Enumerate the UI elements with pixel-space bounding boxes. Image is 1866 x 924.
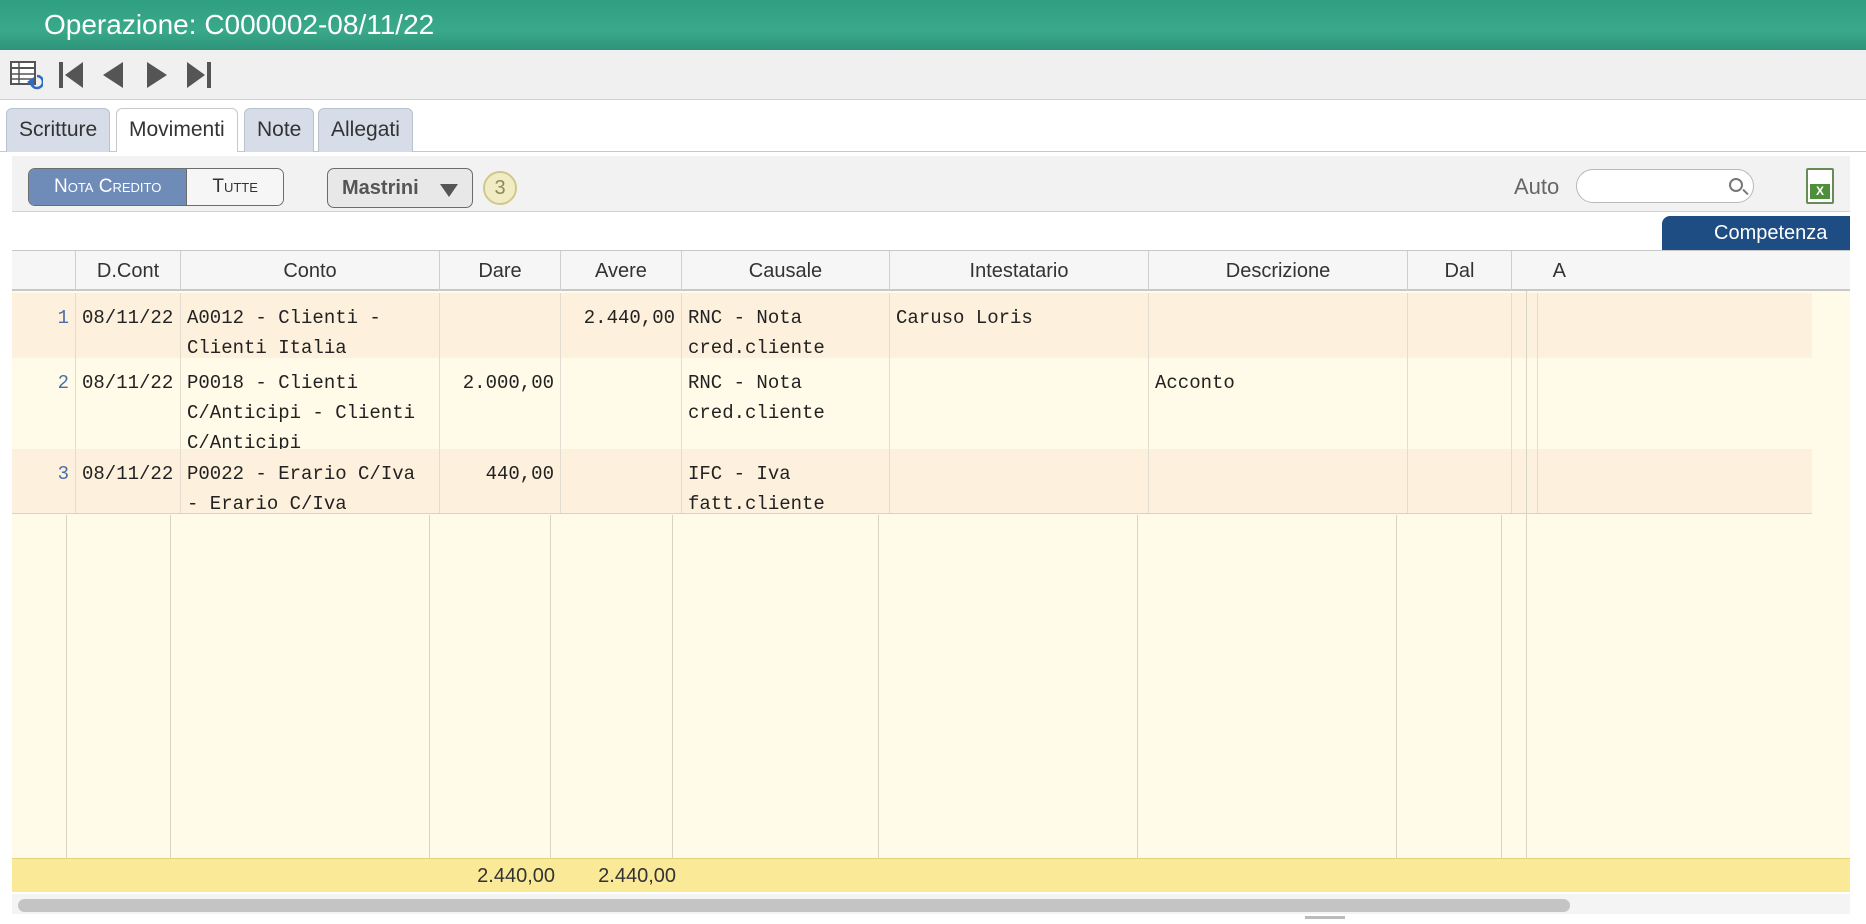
record-toolbar: [0, 50, 1866, 100]
column-header-a[interactable]: A: [1512, 251, 1572, 291]
cell-dal: [1408, 358, 1512, 449]
cell-intestatario: [890, 358, 1149, 449]
segment-nota-credito[interactable]: Nota Credito: [29, 169, 187, 205]
column-divider: [429, 515, 430, 859]
cell-causale: RNC - Nota cred.cliente: [682, 293, 890, 359]
last-record-icon[interactable]: [178, 54, 218, 96]
table-back-icon[interactable]: [6, 54, 46, 96]
column-header-causale[interactable]: Causale: [682, 251, 890, 291]
column-header-descrizione[interactable]: Descrizione: [1149, 251, 1408, 291]
search-input[interactable]: [1576, 169, 1754, 203]
cell-avere: [561, 358, 682, 449]
movimenti-panel: Nota Credito Tutte Mastrini 3 Auto X Com…: [12, 152, 1850, 924]
window-title: Operazione: C000002-08/11/22: [44, 9, 435, 40]
column-header-dare[interactable]: Dare: [440, 251, 561, 291]
excel-export-icon[interactable]: X: [1806, 168, 1834, 204]
cell-dal: [1408, 293, 1512, 358]
previous-record-icon[interactable]: [94, 54, 134, 96]
column-divider: [1396, 515, 1397, 859]
cell-dcont: 08/11/22: [76, 293, 181, 358]
cell-dare: 440,00: [440, 449, 561, 513]
segment-tutte[interactable]: Tutte: [186, 169, 283, 205]
cell-descrizione: Acconto: [1149, 358, 1408, 449]
scrollbar-thumb[interactable]: [18, 899, 1570, 912]
cell-dcont: 08/11/22: [76, 358, 181, 449]
tab-scritture[interactable]: Scritture: [6, 108, 111, 152]
row-index: 2: [12, 358, 76, 449]
auto-label: Auto: [1514, 174, 1560, 199]
column-header-index[interactable]: [12, 251, 76, 291]
resize-handle[interactable]: [1305, 916, 1345, 919]
mastrini-dropdown-label: Mastrini: [342, 177, 419, 199]
cell-a: [1512, 358, 1538, 449]
cell-dcont: 08/11/22: [76, 449, 181, 513]
column-divider: [550, 515, 551, 859]
column-header-avere[interactable]: Avere: [561, 251, 682, 291]
count-badge: 3: [483, 171, 517, 205]
column-divider: [878, 515, 879, 859]
cell-conto: P0018 - Clienti C/Anticipi - Clienti C/A…: [181, 358, 440, 454]
total-avere: 2.440,00: [598, 865, 676, 887]
column-header-intestatario[interactable]: Intestatario: [890, 251, 1149, 291]
cell-avere: [561, 449, 682, 513]
chevron-down-icon: [440, 184, 458, 197]
cell-a: [1512, 293, 1538, 358]
filter-bar: Nota Credito Tutte Mastrini 3 Auto X: [12, 156, 1850, 212]
cell-intestatario: Caruso Loris: [890, 293, 1149, 358]
table-row[interactable]: 2 08/11/22 P0018 - Clienti C/Anticipi - …: [12, 358, 1812, 454]
cell-dare: 2.000,00: [440, 358, 561, 449]
row-index: 1: [12, 293, 76, 358]
tab-movimenti[interactable]: Movimenti: [116, 108, 238, 153]
mastrini-dropdown[interactable]: Mastrini: [327, 168, 473, 208]
column-divider: [1137, 515, 1138, 859]
column-divider: [672, 515, 673, 859]
cell-dal: [1408, 449, 1512, 513]
cell-causale: IFC - Iva fatt.cliente: [682, 449, 890, 515]
total-dare: 2.440,00: [477, 865, 555, 887]
cell-intestatario: [890, 449, 1149, 513]
cell-descrizione: [1149, 293, 1408, 358]
next-record-icon[interactable]: [136, 54, 176, 96]
table-row[interactable]: 3 08/11/22 P0022 - Erario C/Iva - Erario…: [12, 449, 1812, 515]
cell-causale: RNC - Nota cred.cliente: [682, 358, 890, 449]
column-header-dal[interactable]: Dal: [1408, 251, 1512, 291]
tab-allegati[interactable]: Allegati: [318, 108, 413, 152]
column-divider: [170, 515, 171, 859]
cell-conto: P0022 - Erario C/Iva - Erario C/Iva: [181, 449, 440, 515]
cell-dare: [440, 293, 561, 358]
column-divider: [1501, 515, 1502, 859]
column-header-conto[interactable]: Conto: [181, 251, 440, 291]
first-record-icon[interactable]: [52, 54, 92, 96]
search-icon: [1729, 178, 1743, 192]
totals-row: 2.440,00 2.440,00: [12, 858, 1850, 892]
cell-conto: A0012 - Clienti - Clienti Italia: [181, 293, 440, 359]
competenza-header: Competenza: [1662, 216, 1850, 250]
row-index: 3: [12, 449, 76, 513]
grid-header: D.Cont Conto Dare Avere Causale Intestat…: [12, 251, 1850, 291]
cell-a: [1512, 449, 1538, 513]
column-header-dcont[interactable]: D.Cont: [76, 251, 181, 291]
movimenti-grid: D.Cont Conto Dare Avere Causale Intestat…: [12, 250, 1850, 866]
tab-bar: Scritture Movimenti Note Allegati: [0, 100, 1866, 153]
horizontal-scrollbar[interactable]: [12, 894, 1850, 914]
tab-note[interactable]: Note: [244, 108, 315, 152]
column-divider: [1526, 291, 1527, 859]
cell-descrizione: [1149, 449, 1408, 513]
cell-avere: 2.440,00: [561, 293, 682, 358]
table-row[interactable]: 1 08/11/22 A0012 - Clienti - Clienti Ita…: [12, 293, 1812, 359]
column-divider: [66, 515, 67, 859]
window-titlebar: Operazione: C000002-08/11/22: [0, 0, 1866, 50]
type-segmented-control: Nota Credito Tutte: [28, 168, 284, 206]
